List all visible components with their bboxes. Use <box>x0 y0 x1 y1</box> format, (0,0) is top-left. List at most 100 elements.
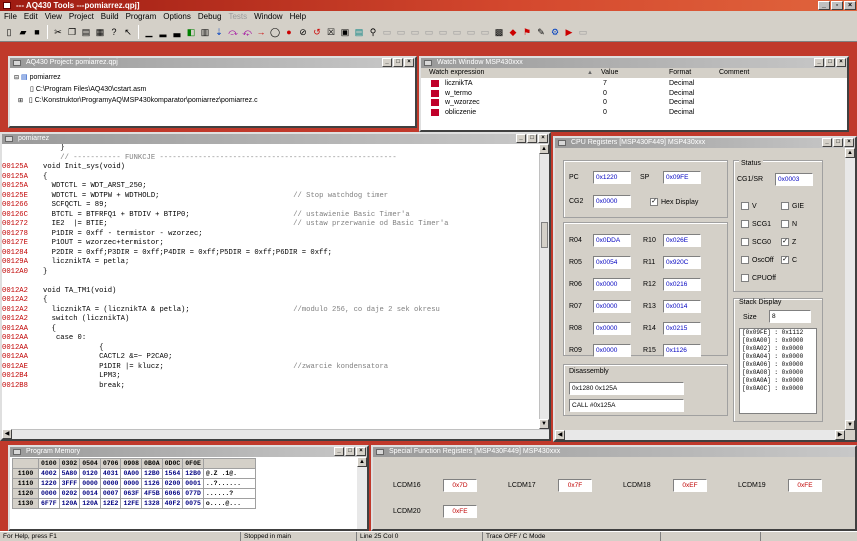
memory-cell[interactable]: 0000 <box>99 478 122 489</box>
open-folder-icon[interactable]: ▰ <box>17 26 29 38</box>
maximize-button[interactable]: □ <box>393 58 403 67</box>
code-line[interactable]: 00126C BTCTL = BTFRFQ1 + BTDIV + BTIP0; … <box>2 211 539 221</box>
sfr-register-value[interactable]: 0x7F <box>558 479 592 492</box>
stack-entry[interactable]: [0x0A06] : 0x0000 <box>742 361 816 369</box>
memory-window-icon[interactable]: ▣ <box>339 26 351 38</box>
minimize-button[interactable]: _ <box>822 138 832 147</box>
stack-entry[interactable]: [0x09FE] : 0x1112 <box>742 329 816 337</box>
memory-cell[interactable]: 4031 <box>99 468 122 479</box>
memory-cell[interactable]: 0001 <box>182 478 204 489</box>
status-flag-checkbox[interactable]: SCG0 <box>741 238 771 246</box>
rebuild-icon[interactable]: ▃ <box>171 26 183 38</box>
source-code-area[interactable]: } // ----------- FUNKCJE ---------------… <box>2 144 539 429</box>
sfr-register-value[interactable]: 0x7D <box>443 479 477 492</box>
project-root-node[interactable]: ⊟ ▤ pomiarrez <box>14 72 258 84</box>
code-line[interactable]: // ----------- FUNKCJE -----------------… <box>2 154 539 164</box>
memory-cell[interactable]: 0200 <box>161 478 184 489</box>
code-line[interactable]: 0012AA CACTL2 &=~ P2CA0; <box>2 353 539 363</box>
memory-cell[interactable]: 1126 <box>141 478 163 489</box>
watch-row[interactable]: obliczenie 0 Decimal <box>421 108 847 118</box>
window-8-icon[interactable]: ▭ <box>479 26 491 38</box>
memory-cell[interactable]: 0202 <box>58 488 81 499</box>
menu-window[interactable]: Window <box>254 11 282 22</box>
memory-cell[interactable]: 12B0 <box>141 468 163 479</box>
memory-cell[interactable]: 120A <box>79 498 101 509</box>
disassembly-address[interactable]: 0x1280 0x125A <box>569 382 684 395</box>
stack-entry[interactable]: [0x0A08] : 0x0000 <box>742 369 816 377</box>
memory-cell[interactable]: 4F5B <box>141 488 163 499</box>
flag-icon[interactable]: ⚑ <box>521 26 533 38</box>
memory-vertical-scrollbar[interactable]: ▲ <box>357 457 367 529</box>
code-line[interactable]: 00129A licznikTA = petla; <box>2 258 539 268</box>
memory-cell[interactable]: 5A80 <box>58 468 81 479</box>
menu-debug[interactable]: Debug <box>198 11 222 22</box>
close-button[interactable]: × <box>404 58 414 67</box>
memory-cell[interactable]: 0007 <box>99 488 122 499</box>
reset-icon[interactable]: ↺ <box>311 26 323 38</box>
context-help-icon[interactable]: ↖ <box>122 26 134 38</box>
program-icon[interactable]: ◧ <box>185 26 197 38</box>
stack-size-input[interactable]: 8 <box>769 310 811 323</box>
status-flag-checkbox[interactable]: N <box>781 220 797 228</box>
memory-cell[interactable]: @.Z .1@. <box>202 468 256 479</box>
status-flag-checkbox[interactable]: GIE <box>781 202 804 210</box>
halt-icon[interactable]: ⊘ <box>297 26 309 38</box>
status-flag-checkbox[interactable]: SCG1 <box>741 220 771 228</box>
tools-icon[interactable]: ✎ <box>535 26 547 38</box>
project-file-node[interactable]: ▯ C:\Program Files\AQ430\cstart.asm <box>14 84 258 95</box>
code-line[interactable]: } <box>2 144 539 154</box>
chip-icon[interactable]: ▥ <box>199 26 211 38</box>
code-line[interactable]: 0012B8 break; <box>2 382 539 392</box>
code-line[interactable]: 0012A0} <box>2 268 539 278</box>
cg1-sr-value[interactable]: 0x0003 <box>775 173 813 186</box>
code-line[interactable]: 00127E P1OUT = wzorzec+termistor; <box>2 239 539 249</box>
memory-cell[interactable]: 0000 <box>120 478 143 489</box>
memory-cell[interactable]: ..?...... <box>202 478 256 489</box>
status-flag-checkbox[interactable]: ✓ Z <box>781 238 796 246</box>
sfr-register-value[interactable]: 0xEF <box>673 479 707 492</box>
maximize-button[interactable]: □ <box>345 447 355 456</box>
code-line[interactable]: 0012A2 licznikTA = (licznikTA & petla); … <box>2 306 539 316</box>
paste-icon[interactable]: ▤ <box>80 26 92 38</box>
register-value[interactable]: 0x0215 <box>663 322 701 335</box>
register-value[interactable]: 0x0054 <box>593 256 631 269</box>
menu-view[interactable]: View <box>45 11 62 22</box>
memory-cell[interactable]: 0075 <box>182 498 204 509</box>
memory-row[interactable]: 1130 6F7F 120A 120A 12E2 12FE 1328 40F2 0075 o...… <box>12 498 256 509</box>
menu-edit[interactable]: Edit <box>24 11 38 22</box>
memory-cell[interactable]: 120A <box>58 498 81 509</box>
close-button[interactable]: × <box>538 134 548 143</box>
extra-icon[interactable]: ▭ <box>577 26 589 38</box>
register-value[interactable]: 0x026E <box>663 234 701 247</box>
scroll-up-arrow-icon[interactable]: ▲ <box>845 148 855 158</box>
config-icon[interactable]: ⚙ <box>549 26 561 38</box>
register-value[interactable]: 0x0000 <box>593 344 631 357</box>
io-icon[interactable]: ◆ <box>507 26 519 38</box>
menu-project[interactable]: Project <box>69 11 94 22</box>
sfr-register-value[interactable]: 0xFE <box>788 479 822 492</box>
register-window-icon[interactable]: ▤ <box>353 26 365 38</box>
stack-list[interactable]: [0x09FE] : 0x1112 [0x0A00] : 0x0000 [0x0A0… <box>739 328 817 414</box>
print-icon[interactable]: ▦ <box>94 26 106 38</box>
memory-cell[interactable]: 6066 <box>161 488 184 499</box>
window-2-icon[interactable]: ▭ <box>395 26 407 38</box>
code-line[interactable]: 001272 IE2 |= BTIE; // ustaw przerwanie … <box>2 220 539 230</box>
cut-icon[interactable]: ✂ <box>52 26 64 38</box>
window-6-icon[interactable]: ▭ <box>451 26 463 38</box>
new-file-icon[interactable]: ▯ <box>3 26 15 38</box>
breakpoint-clear-icon[interactable]: ☒ <box>325 26 337 38</box>
memory-row[interactable]: 1100 4002 5A80 0120 4031 0A00 12B0 1564 12B0 @.Z … <box>12 468 256 479</box>
code-line[interactable]: 001278 P1DIR = 0xff - termistor - wzorze… <box>2 230 539 240</box>
close-button[interactable]: × <box>836 58 846 67</box>
scroll-up-arrow-icon[interactable]: ▲ <box>357 457 367 467</box>
copy-icon[interactable]: ❐ <box>66 26 78 38</box>
memory-cell[interactable]: 4002 <box>38 468 60 479</box>
memory-cell[interactable]: 1328 <box>141 498 163 509</box>
watch-col-format[interactable]: Format <box>669 68 691 78</box>
maximize-button[interactable]: □ <box>833 138 843 147</box>
watch-window-icon[interactable]: ⚲ <box>367 26 379 38</box>
memory-cell[interactable]: o....@... <box>202 498 256 509</box>
memory-row[interactable]: 1120 0000 0202 0014 0007 063F 4F5B 6066 077D....… <box>12 488 256 499</box>
register-value[interactable]: 0x0000 <box>593 278 631 291</box>
stack-entry[interactable]: [0x0A02] : 0x0000 <box>742 345 816 353</box>
